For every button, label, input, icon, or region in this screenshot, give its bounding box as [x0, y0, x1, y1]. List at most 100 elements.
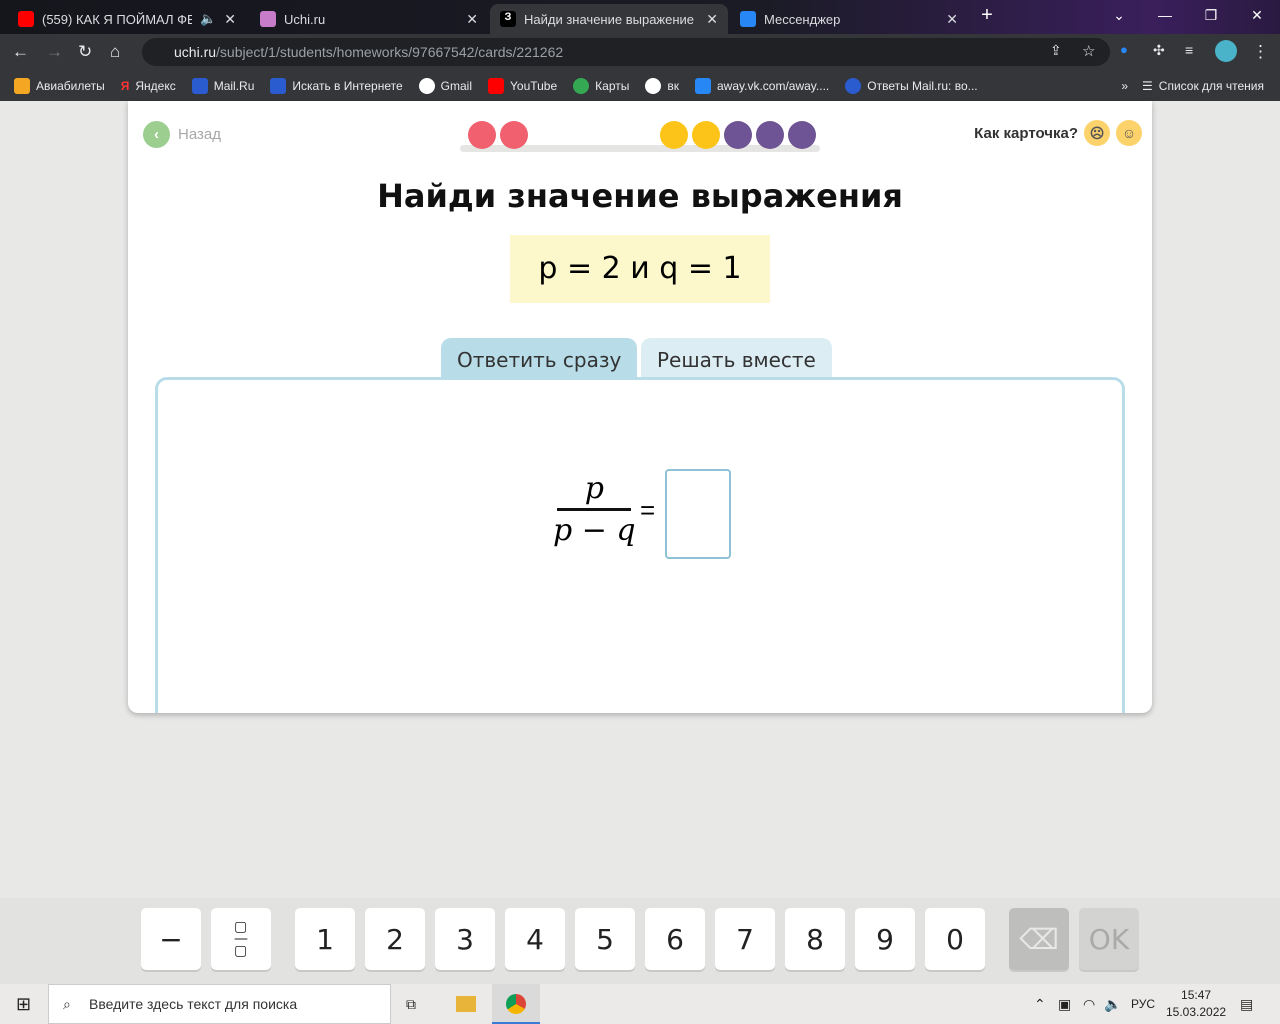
google-icon [418, 77, 435, 94]
bookmark[interactable]: away.vk.com/away.... [694, 77, 829, 94]
key-digit[interactable]: 7 [715, 908, 775, 970]
bookmark[interactable]: Карты [573, 77, 629, 94]
restore-button[interactable]: ❐ [1188, 0, 1234, 30]
bookmark[interactable]: Я Яндекс [121, 79, 176, 93]
home-icon[interactable]: ⌂ [110, 42, 120, 62]
youtube-icon [18, 11, 34, 27]
condition-box: p = 2 и q = 1 [510, 235, 770, 303]
key-digit[interactable]: 2 [365, 908, 425, 970]
clock[interactable]: 15:47 15.03.2022 [1166, 987, 1226, 1021]
back-arrow-icon[interactable]: ← [12, 42, 29, 62]
progress-dot [724, 121, 752, 149]
key-minus[interactable]: − [141, 908, 201, 970]
toolbar: ← → ↻ ⌂ uchi.ru/subject/1/students/homew… [0, 34, 1280, 70]
chrome-taskbar-button[interactable] [492, 984, 540, 1024]
vk-extension-icon[interactable]: ● [1120, 42, 1128, 57]
tab-search-icon[interactable]: ⌄ [1096, 0, 1142, 30]
key-fraction[interactable]: ▢ — ▢ [211, 908, 271, 970]
question-icon [845, 77, 862, 94]
close-tab-icon[interactable]: ✕ [224, 11, 236, 28]
page-title: Найди значение выражения [377, 177, 903, 215]
bookmarks-bar: Авиабилеты Я Яндекс Mail.Ru Искать в Инте… [0, 70, 1280, 101]
file-explorer-icon[interactable] [456, 996, 476, 1012]
tab-messenger[interactable]: Мессенджер ✕ [730, 4, 968, 34]
chevron-left-icon: ‹ [143, 121, 170, 148]
bookmark[interactable]: YouTube [488, 77, 557, 94]
tab-znanija[interactable]: З Найди значение выражение - U ✕ [490, 4, 728, 34]
media-icon[interactable]: ≡ [1185, 42, 1193, 58]
tab-uchi[interactable]: Uchi.ru ✕ [250, 4, 488, 34]
key-digit[interactable]: 5 [575, 908, 635, 970]
back-button[interactable]: ‹ Назад [143, 121, 221, 148]
windows-start-icon[interactable]: ⊞ [16, 994, 31, 1015]
share-icon[interactable]: ⇪ [1050, 42, 1062, 59]
key-digit[interactable]: 6 [645, 908, 705, 970]
tab-youtube[interactable]: (559) КАК Я ПОЙМАЛ ФЕРМ🔈✕ [8, 4, 246, 34]
profile-avatar[interactable] [1215, 40, 1237, 62]
key-digit[interactable]: 9 [855, 908, 915, 970]
taskbar-search[interactable]: ⌕ Введите здесь текст для поиска [48, 984, 391, 1024]
show-hidden-icons[interactable]: ⌃ [1034, 996, 1046, 1013]
tab-answer-now[interactable]: Ответить сразу [441, 338, 638, 380]
reading-list[interactable]: ☰ Список для чтения [1142, 79, 1264, 93]
search-icon [270, 77, 287, 94]
card-rating: Как карточка? ☹ ☺ [974, 120, 1142, 146]
new-tab-button[interactable]: + [970, 0, 1004, 30]
speaker-icon: 🔈 [200, 11, 217, 26]
bookmark[interactable]: Ответы Mail.ru: во... [845, 77, 978, 94]
tab-solve-together[interactable]: Решать вместе [641, 338, 832, 380]
address-bar[interactable]: uchi.ru/subject/1/students/homeworks/976… [142, 38, 1110, 66]
forward-arrow-icon[interactable]: → [46, 42, 63, 62]
close-tab-icon[interactable]: ✕ [706, 11, 718, 28]
key-digit[interactable]: 8 [785, 908, 845, 970]
fraction-bar [557, 508, 632, 511]
key-digit[interactable]: 1 [295, 908, 355, 970]
search-icon: ⌕ [63, 995, 71, 1012]
bookmark[interactable]: Gmail [418, 77, 472, 94]
volume-icon[interactable]: 🔈 [1104, 996, 1121, 1013]
more-bookmarks-icon[interactable]: » [1121, 79, 1128, 93]
bookmark[interactable]: Искать в Интернете [270, 77, 403, 94]
star-icon[interactable]: ☆ [1082, 42, 1095, 60]
messenger-icon [740, 11, 756, 27]
youtube-icon [488, 77, 504, 94]
fraction-icon: ▢ — ▢ [234, 919, 248, 959]
mailru-icon [191, 77, 208, 94]
taskbar: ⊞ ⌕ Введите здесь текст для поиска ⧉ ⌃ ▣ … [0, 984, 1280, 1024]
language-indicator[interactable]: РУС [1131, 997, 1155, 1011]
backspace-key[interactable]: ⌫ [1009, 908, 1069, 970]
on-screen-keyboard: − ▢ — ▢ 1234567890 ⌫ OK [0, 898, 1280, 984]
browser-chrome: (559) КАК Я ПОЙМАЛ ФЕРМ🔈✕ Uchi.ru✕ ЗНайд… [0, 0, 1280, 101]
close-tab-icon[interactable]: ✕ [946, 11, 958, 28]
wifi-icon[interactable]: ◠ [1083, 996, 1095, 1013]
happy-face-icon[interactable]: ☺ [1116, 120, 1142, 146]
menu-icon[interactable]: ⋮ [1252, 42, 1269, 62]
answer-input[interactable] [665, 469, 731, 559]
minimize-button[interactable]: — [1142, 0, 1188, 30]
ok-button[interactable]: OK [1079, 908, 1139, 970]
camera-icon[interactable]: ▣ [1058, 996, 1071, 1013]
uchi-icon [260, 11, 276, 27]
progress-dot [500, 121, 528, 149]
equals-sign: = [640, 495, 656, 525]
key-digit[interactable]: 3 [435, 908, 495, 970]
close-window-button[interactable]: ✕ [1234, 0, 1280, 30]
progress-dot [660, 121, 688, 149]
key-digit[interactable]: 4 [505, 908, 565, 970]
notifications-icon[interactable]: ▤ [1240, 996, 1253, 1013]
key-digit[interactable]: 0 [925, 908, 985, 970]
reading-list-icon: ☰ [1142, 78, 1153, 93]
progress-dot [788, 121, 816, 149]
sad-face-icon[interactable]: ☹ [1084, 120, 1110, 146]
task-card: ‹ Назад Как карточка? ☹ ☺ Найди значение вы… [128, 101, 1152, 713]
progress-dot [468, 121, 496, 149]
bookmark[interactable]: Авиабилеты [14, 77, 105, 94]
bookmark-icon [14, 77, 30, 94]
bookmark[interactable]: вк [645, 77, 679, 94]
extensions-icon[interactable]: ✣ [1153, 42, 1165, 59]
task-view-icon[interactable]: ⧉ [406, 996, 416, 1013]
close-tab-icon[interactable]: ✕ [466, 11, 478, 28]
vk-icon [694, 77, 711, 94]
reload-icon[interactable]: ↻ [78, 42, 92, 62]
bookmark[interactable]: Mail.Ru [191, 77, 254, 94]
